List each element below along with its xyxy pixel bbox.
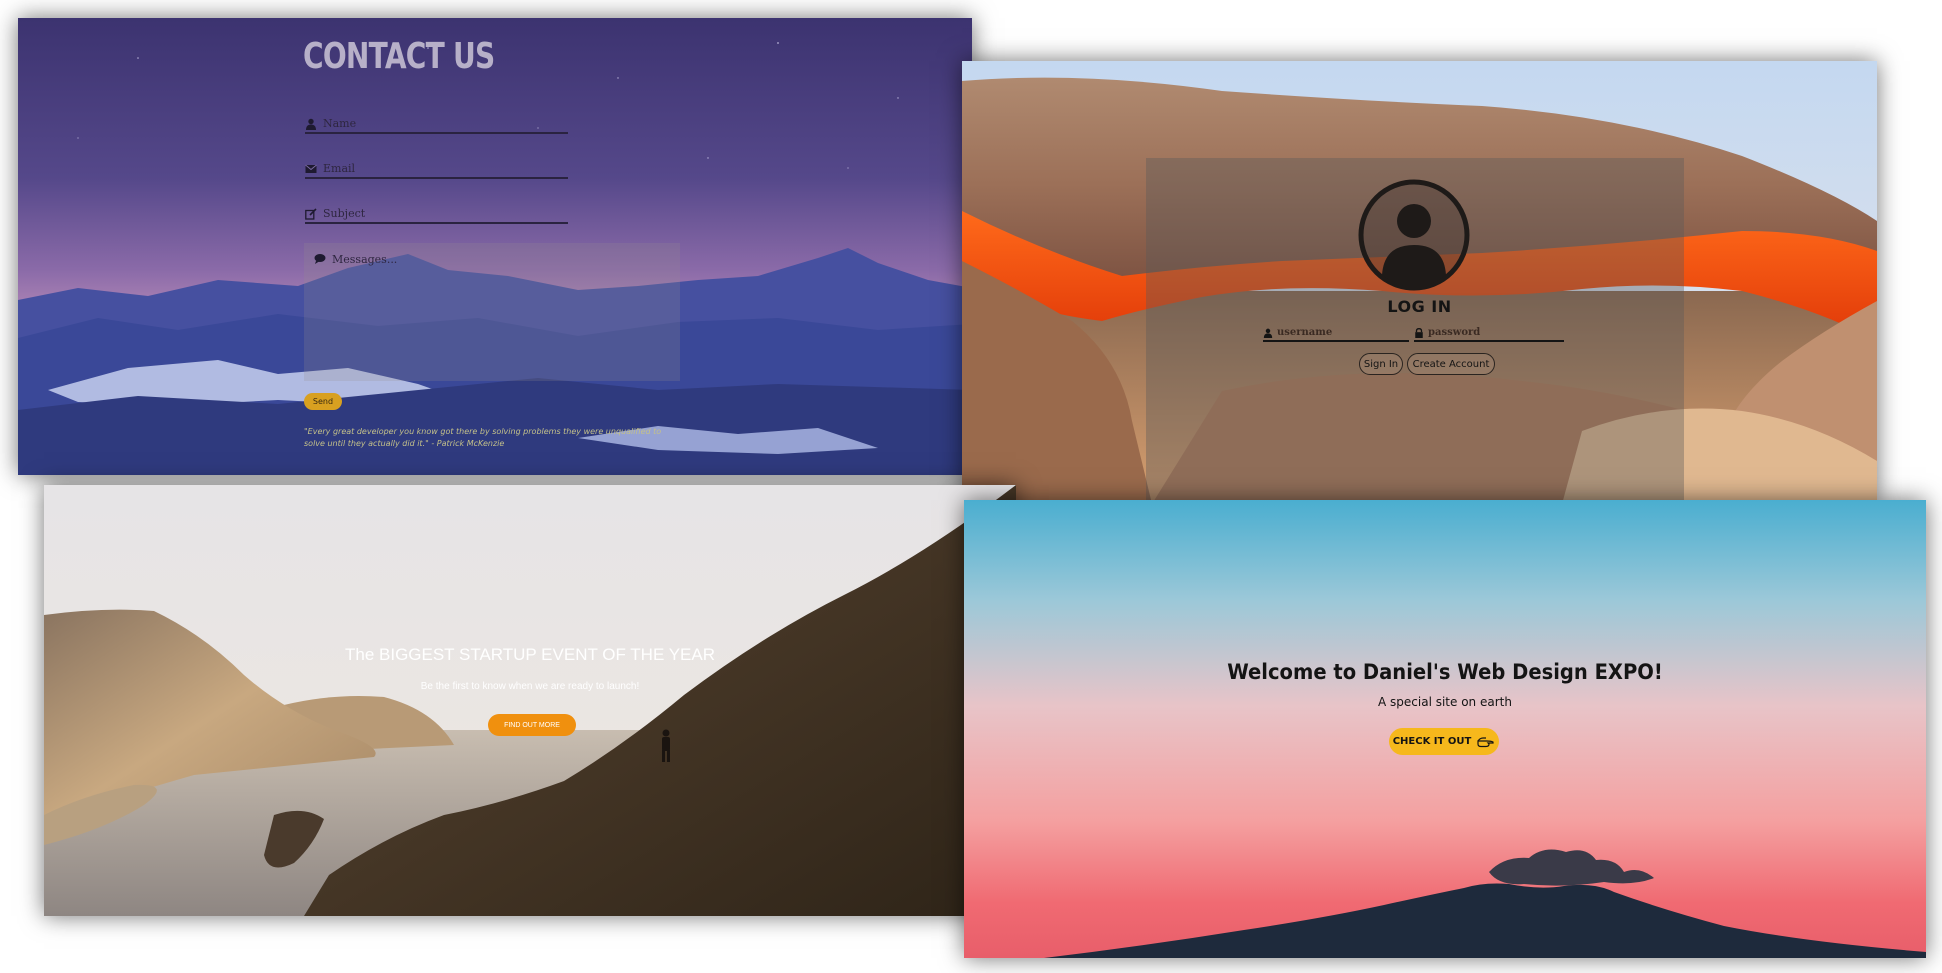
quote-text: "Every great developer you know got ther… xyxy=(304,427,662,448)
login-screenshot: LOG IN username password Sign In Create … xyxy=(962,61,1877,504)
lock-icon xyxy=(1415,327,1423,338)
coast-background xyxy=(44,485,1016,916)
envelope-icon xyxy=(305,164,317,173)
event-title: The BIGGEST STARTUP EVENT OF THE YEAR xyxy=(344,645,715,664)
send-button[interactable]: Send xyxy=(304,393,342,410)
comment-icon xyxy=(314,254,326,264)
hand-point-icon xyxy=(1477,736,1494,747)
email-placeholder: Email xyxy=(323,162,356,175)
password-field[interactable]: password xyxy=(1414,325,1564,342)
find-out-more-button[interactable]: FIND OUT MORE xyxy=(488,714,576,736)
subject-placeholder: Subject xyxy=(323,207,366,220)
edit-icon xyxy=(305,208,317,220)
page-title: CONTACT US xyxy=(303,36,495,77)
username-field[interactable]: username xyxy=(1263,325,1409,342)
welcome-subtitle: A special site on earth xyxy=(1378,695,1512,709)
name-placeholder: Name xyxy=(323,117,357,130)
avatar-icon xyxy=(1358,179,1470,291)
password-placeholder: password xyxy=(1428,327,1481,338)
sign-in-button[interactable]: Sign In xyxy=(1359,353,1403,375)
username-placeholder: username xyxy=(1277,327,1333,338)
check-it-out-label: CHECK IT OUT xyxy=(1392,736,1472,747)
login-title: LOG IN xyxy=(1387,297,1452,316)
contact-screenshot: CONTACT US Name Email Subject Messages..… xyxy=(18,18,972,475)
check-it-out-button[interactable]: CHECK IT OUT xyxy=(1389,728,1499,755)
user-icon xyxy=(1263,328,1273,338)
message-textarea[interactable]: Messages... xyxy=(304,243,680,381)
name-field[interactable]: Name xyxy=(305,108,568,134)
welcome-screenshot: Welcome to Daniel's Web Design EXPO! A s… xyxy=(964,500,1926,958)
message-placeholder: Messages... xyxy=(332,253,398,266)
create-account-button[interactable]: Create Account xyxy=(1407,353,1495,375)
subject-field[interactable]: Subject xyxy=(305,198,568,224)
startup-screenshot: The BIGGEST STARTUP EVENT OF THE YEAR Be… xyxy=(44,485,1016,916)
user-icon xyxy=(306,118,316,130)
welcome-title: Welcome to Daniel's Web Design EXPO! xyxy=(1227,660,1663,684)
event-subtitle: Be the first to know when we are ready t… xyxy=(420,681,640,692)
email-field[interactable]: Email xyxy=(305,153,568,179)
